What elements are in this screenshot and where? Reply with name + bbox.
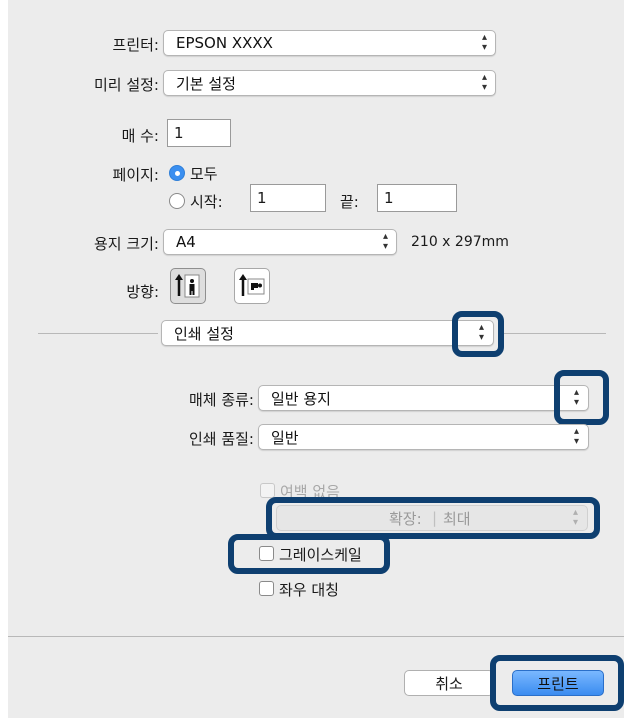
pages-from-field[interactable]: 1 bbox=[250, 184, 326, 212]
separator-right bbox=[500, 333, 606, 334]
print-dialog bbox=[8, 0, 624, 718]
highlight-grayscale bbox=[228, 534, 390, 574]
highlight-media-arrows bbox=[554, 370, 609, 425]
landscape-icon bbox=[239, 274, 265, 296]
print-quality-label: 인쇄 품질: bbox=[188, 430, 254, 448]
pages-from-label: 시작: bbox=[190, 193, 223, 211]
printer-value: EPSON XXXX bbox=[176, 34, 273, 52]
copies-label: 매 수: bbox=[121, 127, 159, 145]
section-value: 인쇄 설정 bbox=[174, 324, 234, 343]
paper-size-label: 용지 크기: bbox=[93, 235, 159, 253]
copies-field[interactable]: 1 bbox=[167, 119, 231, 147]
paper-size-value: A4 bbox=[176, 233, 196, 251]
presets-popup[interactable]: 기본 설정 ▴ ▾ bbox=[163, 70, 496, 96]
footer-separator bbox=[8, 636, 624, 637]
media-type-popup[interactable]: 일반 용지 ▴ ▾ bbox=[258, 385, 589, 411]
media-type-value: 일반 용지 bbox=[271, 389, 331, 408]
print-quality-popup[interactable]: 일반 ▴ ▾ bbox=[258, 424, 589, 450]
presets-label: 미리 설정: bbox=[93, 76, 159, 94]
pages-range-radio[interactable] bbox=[169, 193, 185, 209]
printer-popup[interactable]: EPSON XXXX ▴ ▾ bbox=[163, 30, 496, 56]
orientation-label: 방향: bbox=[126, 283, 159, 301]
paper-dimensions: 210 x 297mm bbox=[411, 234, 509, 250]
popup-arrows-icon: ▴ ▾ bbox=[382, 231, 388, 252]
highlight-print bbox=[490, 655, 624, 711]
section-popup[interactable]: 인쇄 설정 ▴ ▾ bbox=[161, 320, 494, 346]
popup-arrows-icon: ▴ ▾ bbox=[573, 426, 579, 447]
mirror-label: 좌우 대칭 bbox=[279, 581, 339, 599]
pages-to-label: 끝: bbox=[340, 193, 359, 211]
borderless-checkbox[interactable] bbox=[260, 483, 275, 498]
presets-value: 기본 설정 bbox=[176, 74, 236, 93]
highlight-section-arrows bbox=[452, 311, 504, 357]
highlight-expansion bbox=[266, 497, 600, 539]
pages-all-radio[interactable] bbox=[169, 165, 185, 181]
cancel-button[interactable]: 취소 bbox=[404, 670, 494, 696]
orientation-portrait-button[interactable] bbox=[170, 268, 206, 304]
portrait-icon bbox=[175, 274, 200, 298]
separator-left bbox=[38, 333, 158, 334]
paper-size-popup[interactable]: A4 ▴ ▾ bbox=[163, 229, 397, 255]
pages-all-label: 모두 bbox=[190, 165, 218, 183]
popup-arrows-icon: ▴ ▾ bbox=[481, 72, 487, 93]
orientation-landscape-button[interactable] bbox=[234, 268, 270, 304]
media-type-label: 매체 종류: bbox=[188, 391, 254, 409]
pages-to-field[interactable]: 1 bbox=[377, 184, 457, 212]
mirror-checkbox[interactable] bbox=[259, 581, 274, 596]
print-quality-value: 일반 bbox=[271, 428, 299, 447]
popup-arrows-icon: ▴ ▾ bbox=[481, 32, 487, 53]
pages-label: 페이지: bbox=[112, 166, 159, 184]
printer-label: 프린터: bbox=[112, 36, 159, 54]
